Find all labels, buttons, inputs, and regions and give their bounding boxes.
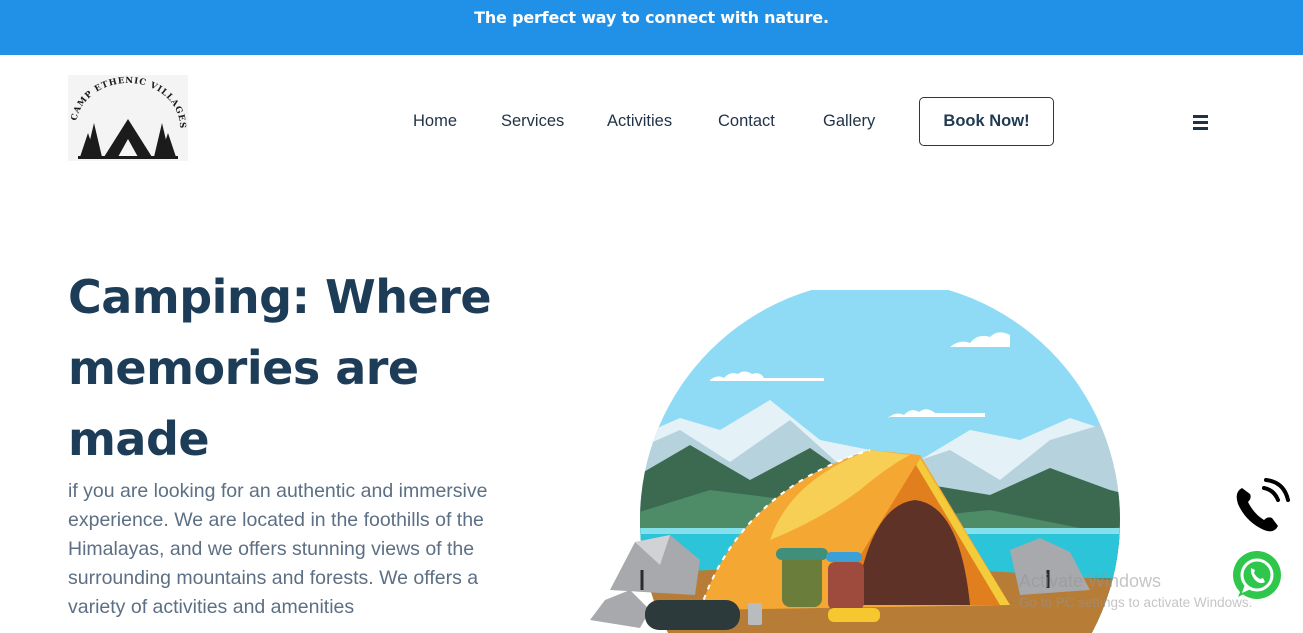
whatsapp-icon[interactable] — [1228, 547, 1286, 605]
nav-activities[interactable]: Activities — [607, 112, 672, 131]
hero-description: if you are looking for an authentic and … — [68, 480, 488, 618]
book-now-button[interactable]: Book Now! — [919, 97, 1054, 146]
nav-home[interactable]: Home — [413, 112, 457, 131]
announcement-text: The perfect way to connect with nature. — [474, 8, 829, 27]
phone-ringing-icon[interactable] — [1230, 478, 1292, 534]
announcement-bar: The perfect way to connect with nature. — [0, 0, 1303, 55]
main-nav: Home Services Activities Contact Gallery — [0, 112, 1303, 134]
nav-services[interactable]: Services — [501, 112, 564, 131]
camping-illustration — [590, 290, 1120, 633]
nav-gallery[interactable]: Gallery — [823, 112, 875, 131]
nav-contact[interactable]: Contact — [718, 112, 775, 131]
hero-title: Camping: Where memories are made — [68, 270, 492, 466]
hamburger-icon[interactable] — [1193, 115, 1208, 130]
